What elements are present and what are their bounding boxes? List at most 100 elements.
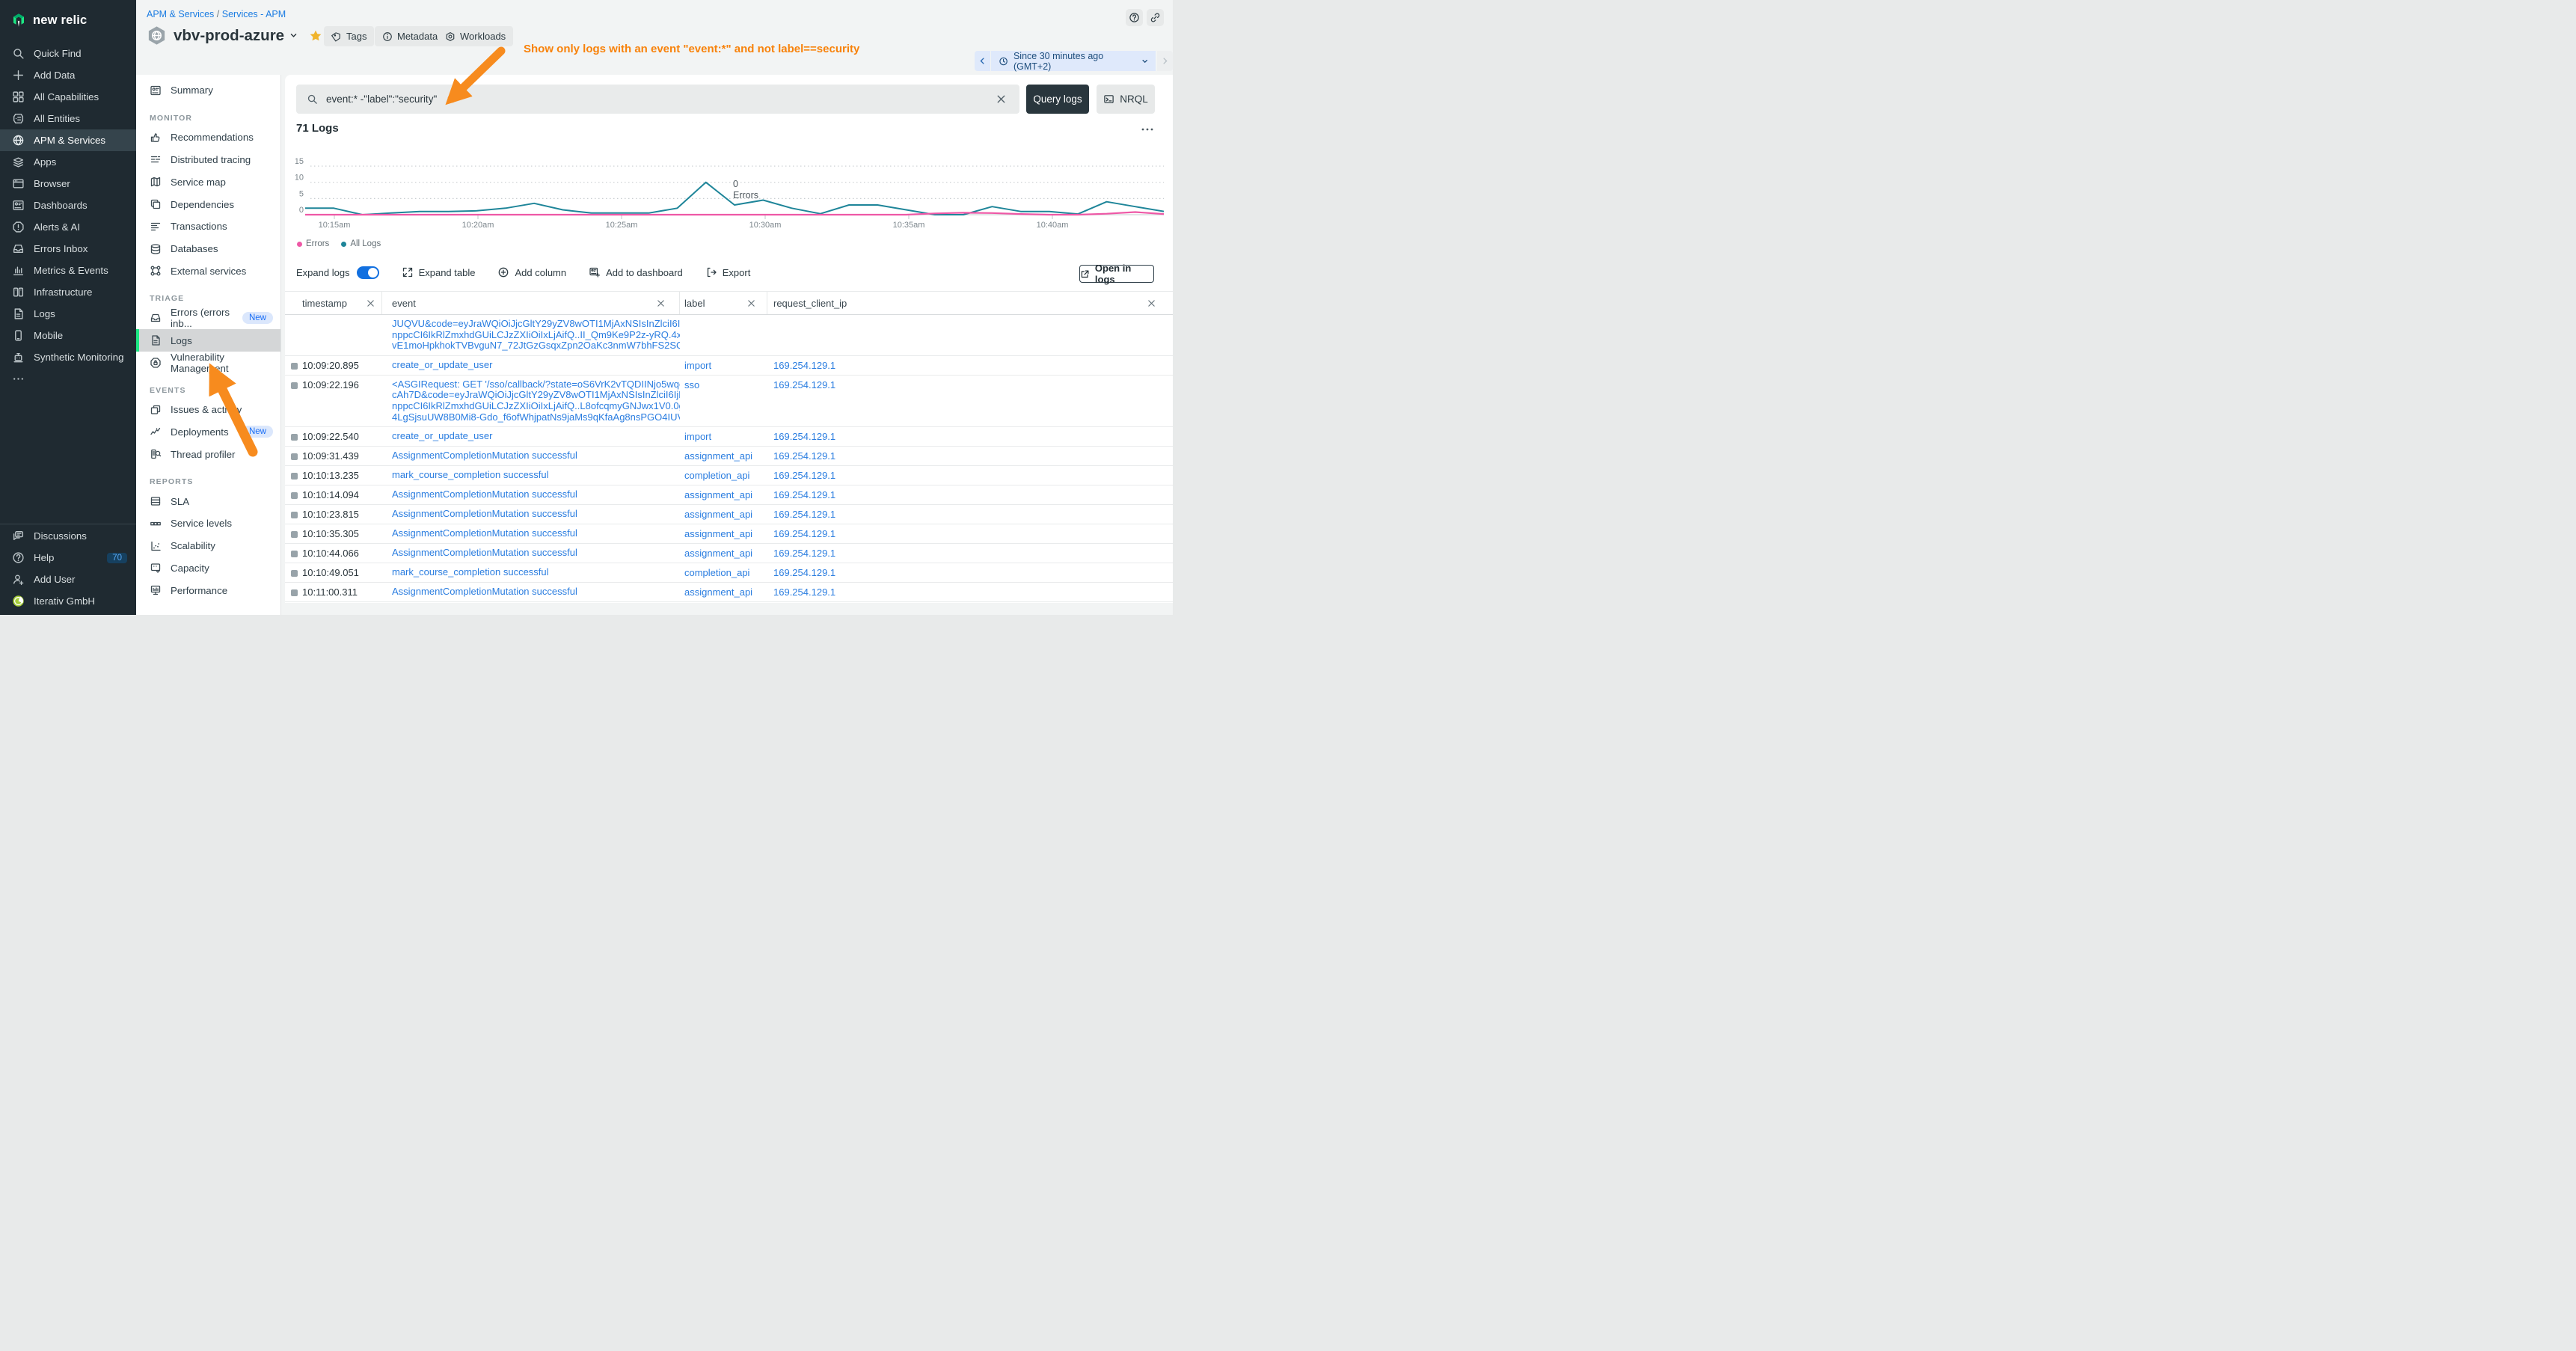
column-header-event[interactable]: event [382,292,680,314]
breadcrumb-apm-services[interactable]: APM & Services [147,9,214,19]
legend-all-logs[interactable]: All Logs [341,239,381,248]
column-header-label[interactable]: label [680,292,767,314]
log-row[interactable]: 10:09:22.196<ASGIRequest: GET '/sso/call… [285,376,1173,427]
enav-item-summary[interactable]: Summary [136,79,280,102]
gnav-item-alerts-ai[interactable]: Alerts & AI [0,216,136,238]
log-row[interactable]: 10:09:22.540create_or_update_userimport1… [285,427,1173,447]
log-client-ip-link[interactable]: 169.254.129.1 [767,376,1173,426]
enav-item-databases[interactable]: Databases [136,238,280,260]
enav-item-issues-activity[interactable]: Issues & activity [136,399,280,421]
expand-table-button[interactable]: Expand table [402,266,476,278]
enav-item-recommendations[interactable]: Recommendations [136,126,280,149]
log-event-link[interactable]: create_or_update_user [382,427,680,446]
metadata-button[interactable]: Metadata [375,26,445,46]
breadcrumb-services-apm[interactable]: Services - APM [222,9,286,19]
export-button[interactable]: Export [705,266,751,278]
enav-item-performance[interactable]: Performance [136,579,280,601]
time-back-button[interactable] [975,51,990,71]
add-column-button[interactable]: Add column [497,266,566,278]
entity-dropdown-chevron-icon[interactable] [289,31,298,40]
gnav-item-metrics-events[interactable]: Metrics & Events [0,260,136,281]
expand-logs-toggle[interactable] [357,266,379,279]
log-row[interactable]: 10:09:20.895create_or_update_userimport1… [285,356,1173,376]
remove-column-icon[interactable] [1147,298,1156,308]
chart-options-icon[interactable] [1140,124,1155,135]
add-to-dashboard-button[interactable]: Add to dashboard [589,266,683,278]
column-header-request_client_ip[interactable]: request_client_ip [767,292,1173,314]
log-client-ip-link[interactable]: 169.254.129.1 [767,563,1173,582]
log-row[interactable]: 10:09:31.439AssignmentCompletionMutation… [285,447,1173,466]
log-label-link[interactable]: import [680,356,767,375]
log-event-link[interactable]: AssignmentCompletionMutation successful [382,544,680,563]
enav-item-dependencies[interactable]: Dependencies [136,193,280,215]
log-label-link[interactable]: assignment_api [680,583,767,601]
gnav-item-dashboards[interactable]: Dashboards [0,194,136,216]
gnav-item-apps[interactable]: Apps [0,151,136,173]
gnav-item-infrastructure[interactable]: Infrastructure [0,281,136,303]
log-label-link[interactable]: sso [680,376,767,426]
help-button[interactable] [1126,9,1143,26]
new-relic-logo[interactable]: new relic [0,0,136,32]
log-client-ip-link[interactable]: 169.254.129.1 [767,447,1173,465]
gnav-item-mobile[interactable]: Mobile [0,325,136,346]
log-event-link[interactable]: AssignmentCompletionMutation successful [382,485,680,504]
log-client-ip-link[interactable] [767,315,1173,355]
time-range-button[interactable]: Since 30 minutes ago (GMT+2) [991,51,1156,71]
gnav-item-quick-find[interactable]: Quick Find [0,43,136,64]
log-event-link[interactable]: create_or_update_user [382,356,680,375]
enav-item-capacity[interactable]: Capacity [136,557,280,580]
gnav-item-errors-inbox[interactable]: Errors Inbox [0,238,136,260]
tags-button[interactable]: Tags [324,26,374,46]
log-label-link[interactable]: completion_api [680,563,767,582]
log-query-input[interactable] [325,93,985,105]
log-client-ip-link[interactable]: 169.254.129.1 [767,505,1173,524]
gnav-item-all-entities[interactable]: All Entities [0,108,136,129]
nrql-button[interactable]: NRQL [1097,85,1155,114]
log-label-link[interactable] [680,315,767,355]
log-client-ip-link[interactable]: 169.254.129.1 [767,583,1173,601]
enav-item-errors-errors-inb[interactable]: Errors (errors inb...New [136,307,280,329]
log-client-ip-link[interactable]: 169.254.129.1 [767,485,1173,504]
log-event-link[interactable]: AssignmentCompletionMutation successful [382,505,680,524]
log-label-link[interactable]: assignment_api [680,505,767,524]
remove-column-icon[interactable] [366,298,375,308]
enav-item-thread-profiler[interactable]: Thread profiler [136,443,280,465]
gnav-item-browser[interactable]: Browser [0,173,136,194]
log-label-link[interactable]: assignment_api [680,447,767,465]
gnav-item-iterativ-gmbh[interactable]: Iterativ GmbH [0,590,136,612]
log-event-link[interactable]: AssignmentCompletionMutation successful [382,447,680,465]
log-client-ip-link[interactable]: 169.254.129.1 [767,544,1173,563]
logs-timeseries-chart[interactable]: 15105010:15am10:20am10:25am10:30am10:35a… [295,152,1164,233]
share-link-button[interactable] [1147,9,1164,26]
log-label-link[interactable]: assignment_api [680,544,767,563]
gnav-item-synthetic-monitoring[interactable]: Synthetic Monitoring [0,346,136,368]
log-client-ip-link[interactable]: 169.254.129.1 [767,427,1173,446]
gnav-item-add-user[interactable]: Add User [0,569,136,590]
log-label-link[interactable]: assignment_api [680,524,767,543]
enav-item-vulnerability-management[interactable]: Vulnerability Management [136,352,280,374]
enav-item-logs[interactable]: Logs [136,329,280,352]
log-row[interactable]: 10:10:35.305AssignmentCompletionMutation… [285,524,1173,544]
column-header-timestamp[interactable]: timestamp [285,292,382,314]
remove-column-icon[interactable] [656,298,666,308]
workloads-button[interactable]: Workloads [438,26,513,46]
enav-item-scalability[interactable]: Scalability [136,535,280,557]
log-event-link[interactable]: <ASGIRequest: GET '/sso/callback/?state=… [382,376,680,426]
query-logs-button[interactable]: Query logs [1026,85,1089,114]
log-event-link[interactable]: AssignmentCompletionMutation successful [382,524,680,543]
log-event-link[interactable]: JUQVU&code=eyJraWQiOiJjcGltY29yZV8wOTI1M… [382,315,680,355]
favorite-star-icon[interactable] [309,29,322,43]
enav-item-external-services[interactable]: External services [136,260,280,283]
log-row[interactable]: 10:11:00.311AssignmentCompletionMutation… [285,583,1173,602]
gnav-item-add-data[interactable]: Add Data [0,64,136,86]
log-event-link[interactable]: AssignmentCompletionMutation successful [382,583,680,601]
log-client-ip-link[interactable]: 169.254.129.1 [767,466,1173,485]
log-client-ip-link[interactable]: 169.254.129.1 [767,356,1173,375]
log-label-link[interactable]: assignment_api [680,485,767,504]
remove-column-icon[interactable] [746,298,756,308]
gnav-item-more[interactable] [0,368,136,390]
log-event-link[interactable]: mark_course_completion successful [382,466,680,485]
gnav-item-logs[interactable]: Logs [0,303,136,325]
log-row[interactable]: 10:10:13.235mark_course_completion succe… [285,466,1173,485]
enav-item-transactions[interactable]: Transactions [136,215,280,238]
